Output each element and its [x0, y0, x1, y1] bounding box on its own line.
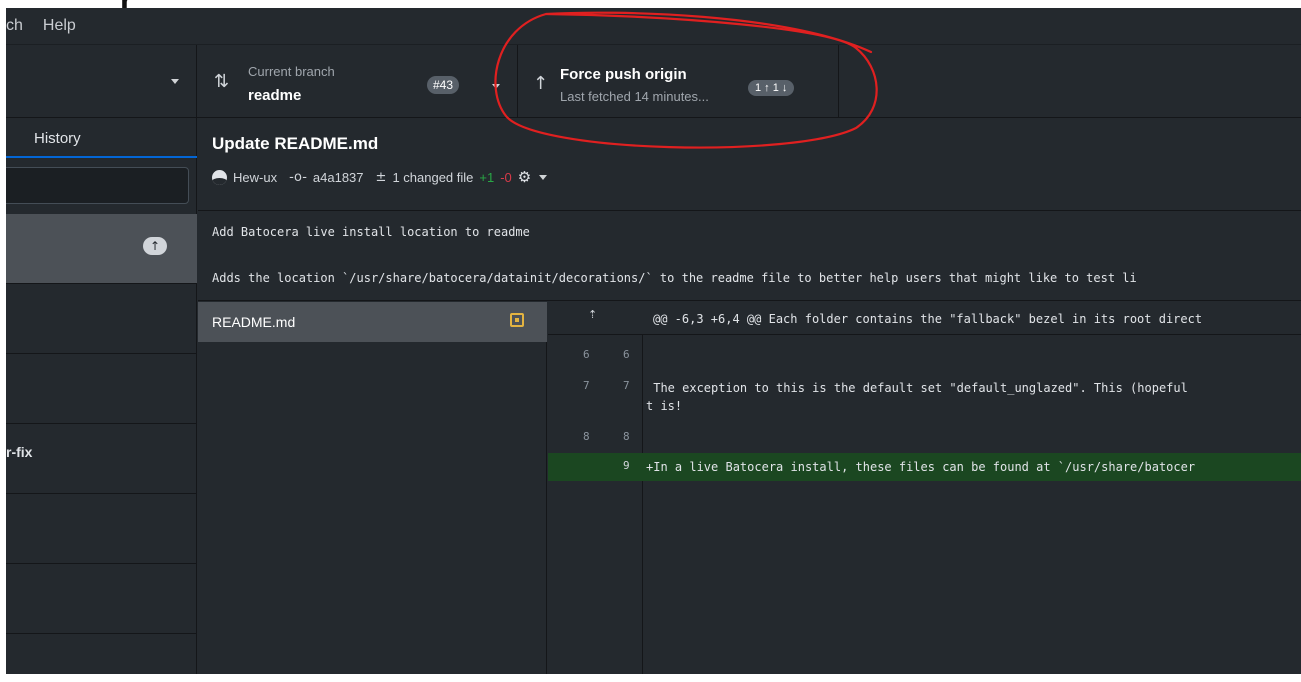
commit-list-item[interactable] — [6, 284, 197, 354]
current-branch-label: Current branch — [248, 64, 335, 79]
toolbar: ⇅ Current branch readme #43 ↑ Force push… — [6, 44, 1301, 118]
github-desktop-window: ch Help ⇅ Current branch readme #43 ↑ Fo… — [6, 8, 1301, 674]
git-pull-request-icon: ⇅ — [214, 71, 230, 92]
changed-files-count: 1 changed file — [392, 169, 474, 185]
lines-added: +1 — [479, 169, 495, 185]
hunk-header-text: @@ -6,3 +6,4 @@ Each folder contains the… — [653, 312, 1203, 326]
pull-request-badge[interactable]: #43 — [427, 76, 460, 94]
commit-author: Hew-ux — [233, 169, 278, 185]
commit-list-item[interactable] — [6, 354, 197, 424]
file-list-item[interactable]: README.md — [198, 302, 547, 342]
old-line-number: 8 — [583, 430, 590, 443]
tab-history-label: History — [34, 130, 81, 147]
new-line-number: 6 — [623, 348, 630, 361]
commit-list-item[interactable] — [6, 564, 197, 634]
menu-bar: ch Help — [6, 8, 1301, 44]
hunk-header: ⇡ @@ -6,3 +6,4 @@ Each folder contains t… — [548, 302, 1301, 335]
commit-list-item[interactable] — [6, 494, 197, 564]
diff-icon: ± — [375, 169, 387, 185]
sidebar: History ↑ r-fix — [6, 118, 197, 674]
chevron-down-icon[interactable] — [539, 174, 548, 180]
push-title: Force push origin — [560, 66, 687, 83]
new-line-number: 8 — [623, 430, 630, 443]
git-commit-icon: -o- — [289, 169, 307, 185]
diff-line: 8 8 — [548, 430, 1301, 448]
commit-title: Update README.md — [212, 134, 379, 153]
commit-header: Update README.md Hew-ux -o- a4a1837 ± 1 … — [198, 118, 1301, 211]
old-line-number: 7 — [583, 379, 590, 392]
commit-filter-input[interactable] — [6, 167, 189, 204]
diff-line: 7 7 The exception to this is the default… — [548, 379, 1301, 415]
avatar — [212, 169, 227, 185]
tab-history[interactable]: History — [6, 118, 197, 158]
commit-list: ↑ r-fix — [6, 214, 197, 634]
page-heading-fragment: r — [120, 0, 133, 8]
new-line-number: 9 — [623, 459, 630, 472]
chevron-down-icon — [171, 79, 179, 84]
diff-line-code: The exception to this is the default set… — [646, 381, 1188, 413]
unpushed-arrow-icon: ↑ — [143, 237, 167, 255]
current-branch-button[interactable]: ⇅ Current branch readme #43 — [198, 45, 518, 117]
new-line-number: 7 — [623, 379, 630, 392]
commit-summary: r-fix — [6, 444, 33, 460]
menu-help[interactable]: Help — [43, 17, 76, 35]
commit-meta: Hew-ux -o- a4a1837 ± 1 changed file +1 -… — [212, 168, 548, 186]
diff-line-added: 9 +In a live Batocera install, these fil… — [548, 453, 1301, 481]
diff-line-code: +In a live Batocera install, these files… — [646, 460, 1196, 474]
old-line-number: 6 — [583, 348, 590, 361]
description-line: Adds the location `/usr/share/batocera/d… — [212, 271, 1137, 285]
commit-list-item[interactable]: r-fix — [6, 424, 197, 494]
description-line: Add Batocera live install location to re… — [212, 225, 530, 239]
commit-sha[interactable]: a4a1837 — [313, 170, 364, 185]
commit-list-item[interactable]: ↑ — [6, 214, 197, 284]
file-modified-icon — [510, 313, 524, 327]
changed-file-list: README.md — [198, 302, 547, 674]
repository-selector[interactable] — [6, 45, 197, 117]
menu-branch[interactable]: ch — [6, 17, 23, 35]
gear-icon[interactable]: ⚙ — [518, 168, 531, 186]
ahead-behind-badge: 1 ↑ 1 ↓ — [748, 80, 795, 96]
force-push-button[interactable]: ↑ Force push origin Last fetched 14 minu… — [519, 45, 839, 117]
current-branch-name: readme — [248, 87, 302, 104]
file-name: README.md — [212, 314, 296, 330]
diff-view: ⇡ @@ -6,3 +6,4 @@ Each folder contains t… — [548, 302, 1301, 674]
push-subtitle: Last fetched 14 minutes... — [560, 89, 709, 104]
chevron-down-icon — [492, 84, 500, 89]
commit-description: Add Batocera live install location to re… — [198, 212, 1301, 301]
expand-up-icon[interactable]: ⇡ — [588, 308, 597, 321]
diff-line: 6 6 — [548, 348, 1301, 366]
lines-removed: -0 — [500, 169, 512, 185]
arrow-up-icon: ↑ — [533, 73, 549, 94]
